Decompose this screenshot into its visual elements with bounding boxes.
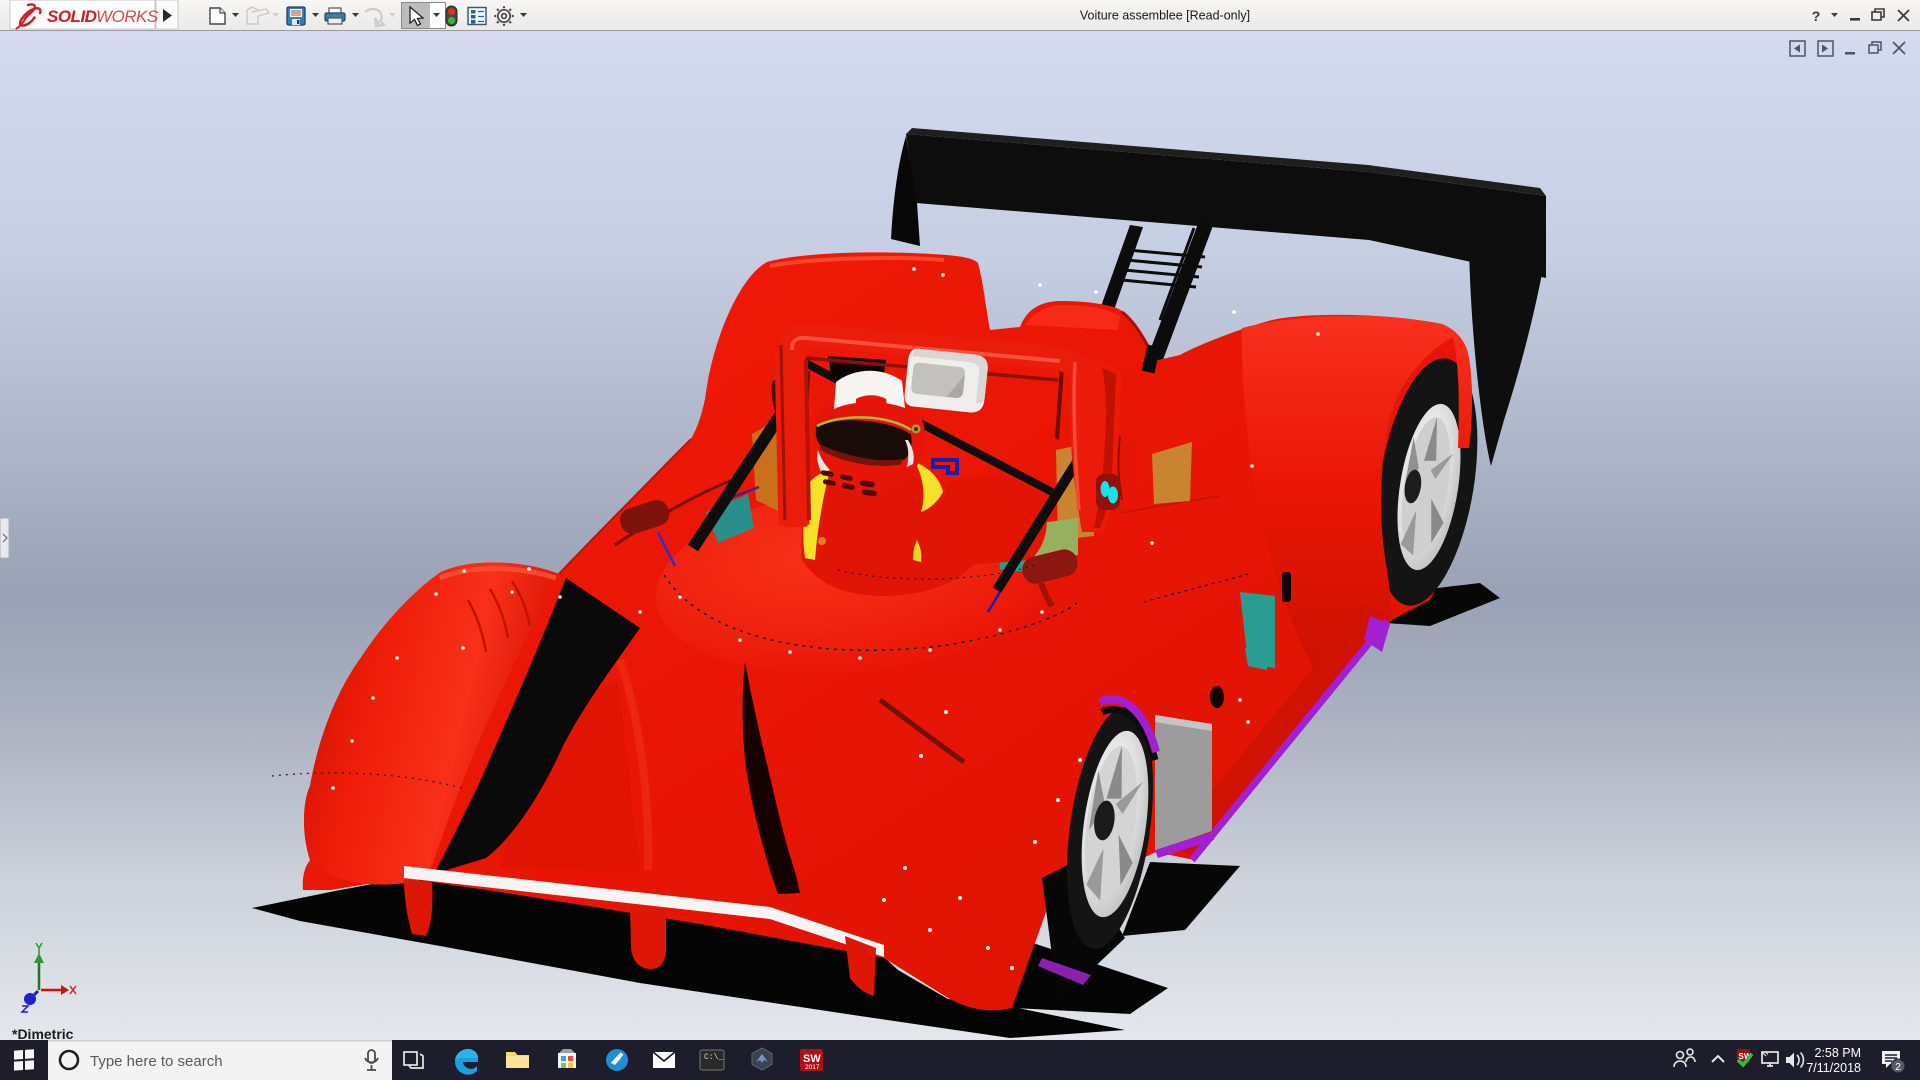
svg-text:Type here to search: Type here to search: [90, 1053, 223, 1070]
svg-text:2: 2: [1895, 1061, 1901, 1073]
svg-text:2:58 PM: 2:58 PM: [1814, 1046, 1861, 1060]
svg-text:7/11/2018: 7/11/2018: [1806, 1061, 1861, 1075]
svg-text:C:\_: C:\_: [704, 1053, 723, 1062]
svg-text:2017: 2017: [805, 1064, 820, 1071]
